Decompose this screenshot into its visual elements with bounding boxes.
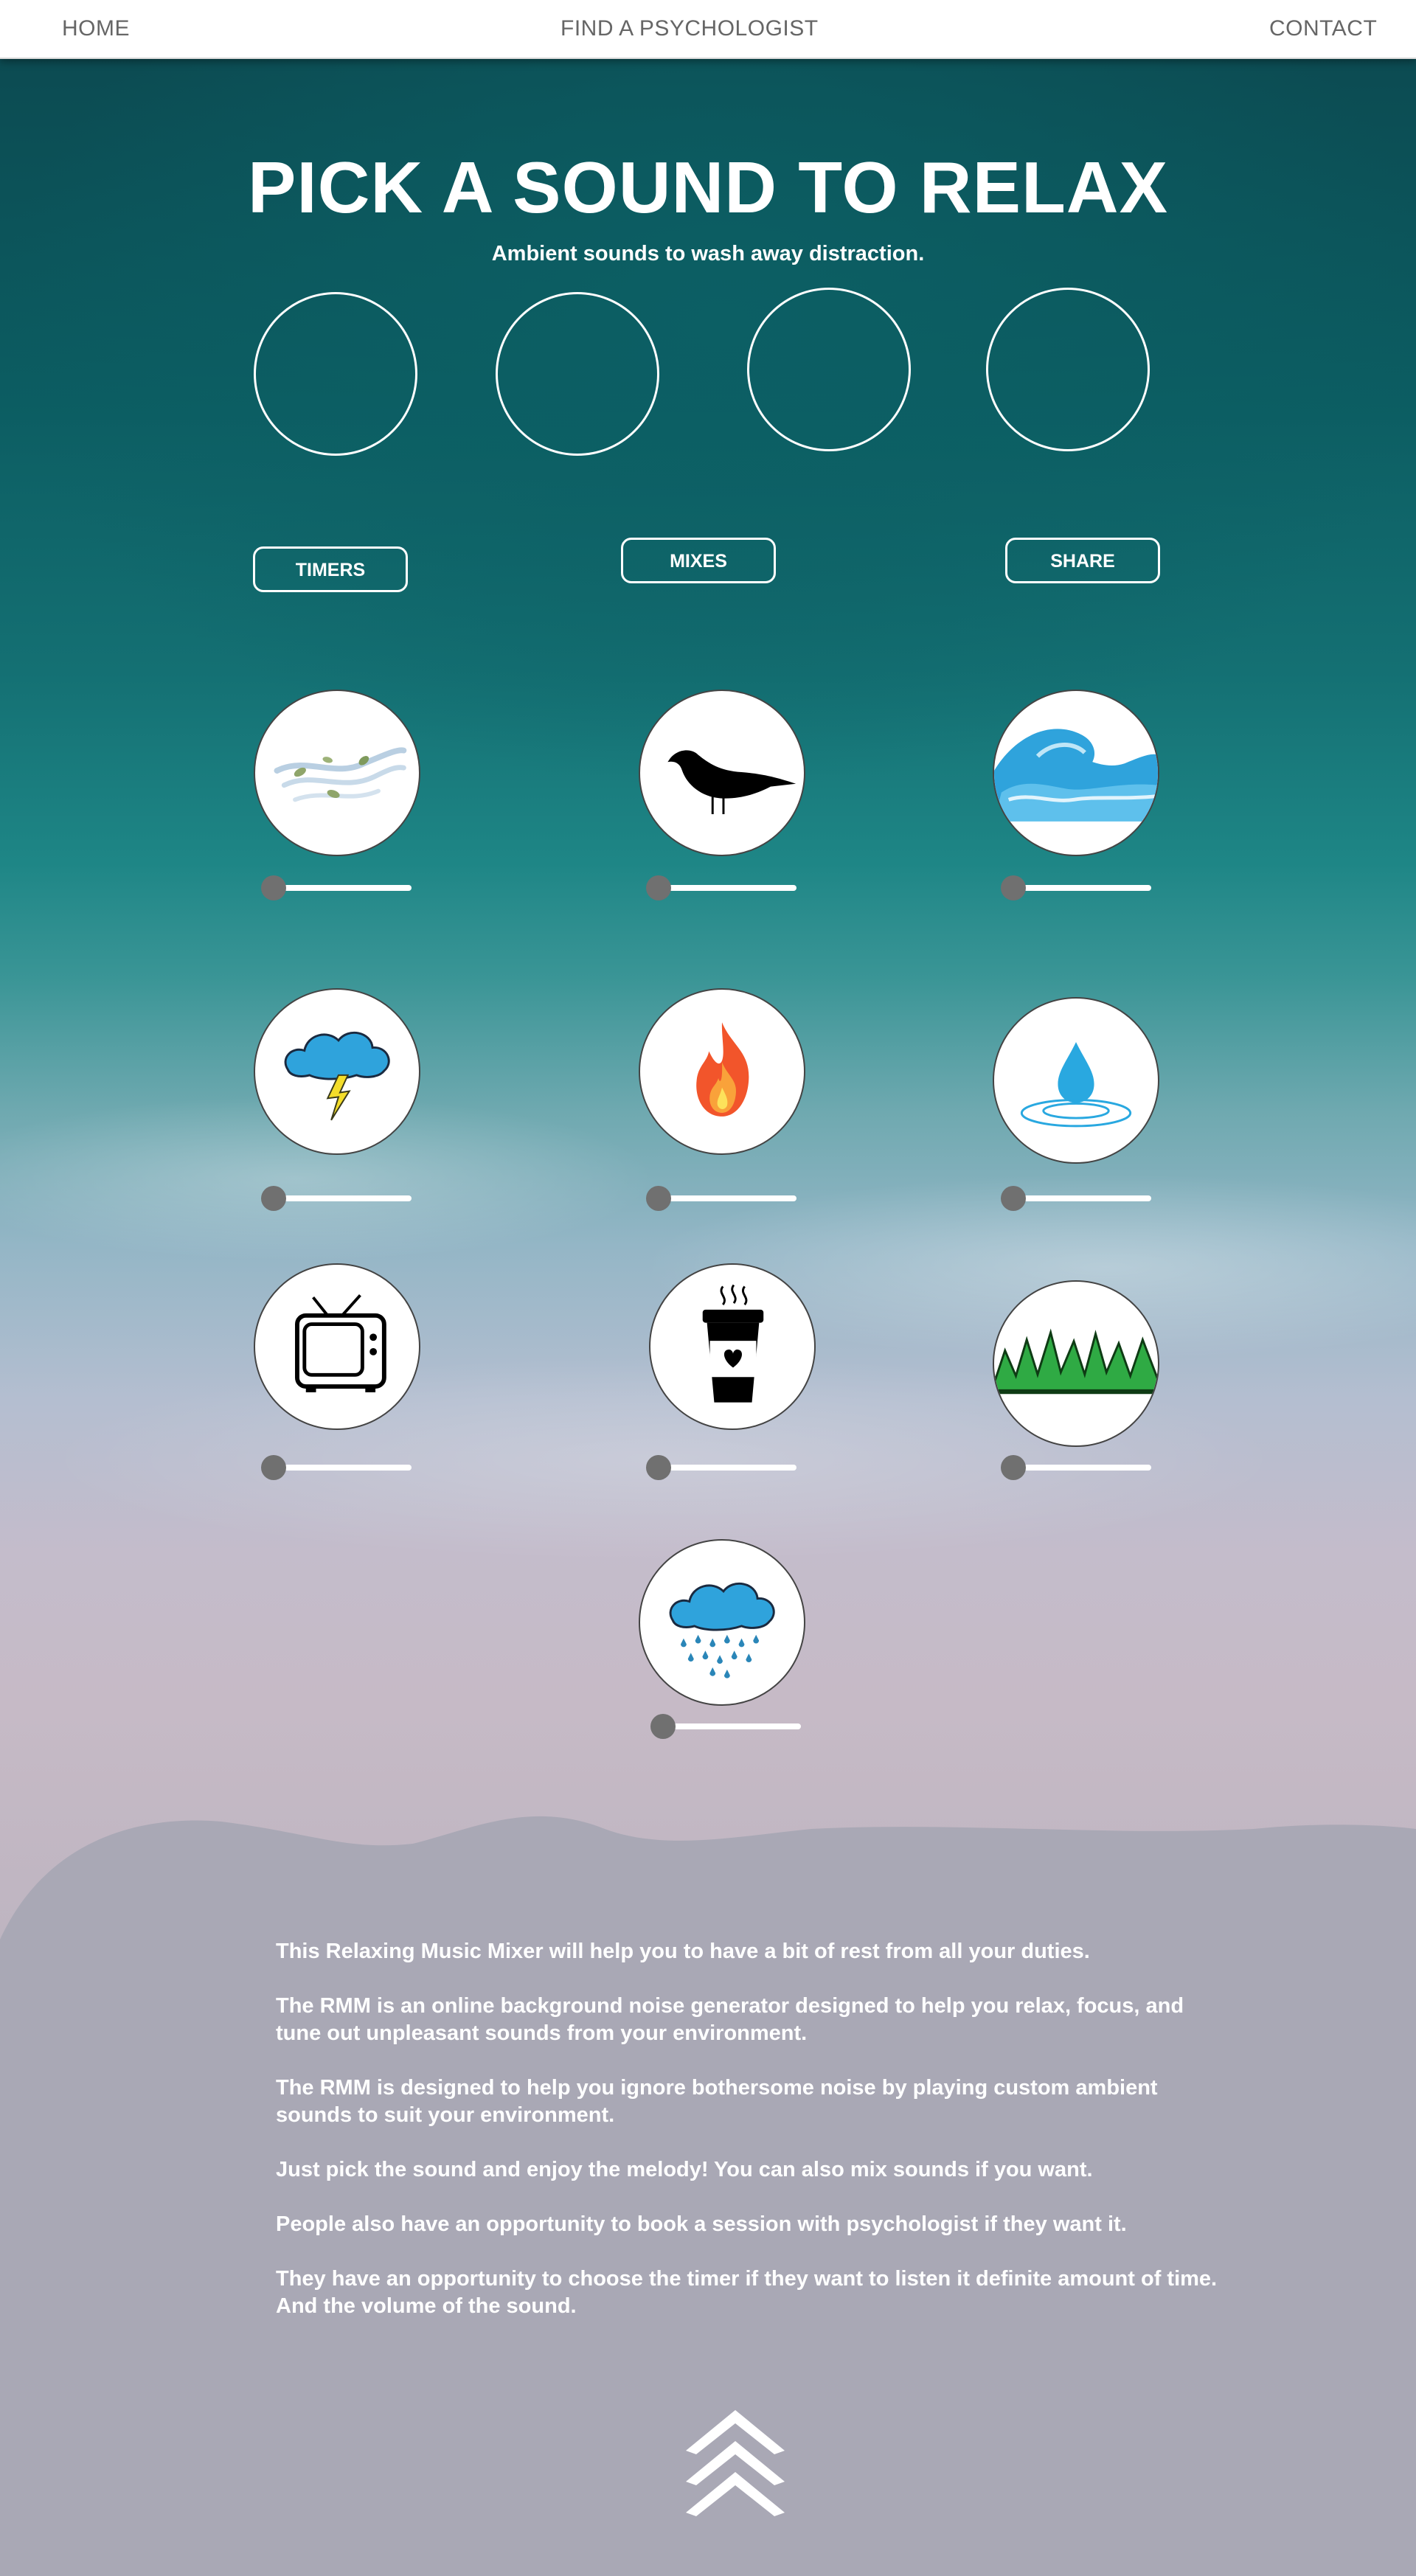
slider-thumb[interactable] (646, 875, 671, 900)
slider-track (652, 885, 796, 891)
mix-slot-4[interactable] (986, 288, 1150, 451)
tv-icon (295, 1294, 386, 1392)
about-paragraph-1: This Relaxing Music Mixer will help you … (276, 1940, 1090, 1963)
about-paragraph-3: The RMM is designed to help you ignore b… (276, 2076, 1158, 2127)
coffee-cup-icon (702, 1284, 764, 1403)
share-button[interactable]: SHARE (1005, 538, 1160, 583)
slider-thumb[interactable] (261, 875, 286, 900)
sound-coffee-button[interactable] (649, 1263, 816, 1430)
slider-track (652, 1195, 796, 1201)
about-paragraph-2: The RMM is an online background noise ge… (276, 1994, 1184, 2045)
sound-wind-button[interactable] (254, 690, 420, 856)
tv-volume-slider[interactable] (261, 1455, 412, 1480)
wind-icon (274, 747, 407, 802)
sound-fire-button[interactable] (639, 988, 805, 1155)
coffee-volume-slider[interactable] (646, 1455, 796, 1480)
sound-rain-button[interactable] (639, 1539, 805, 1706)
rain-icon (669, 1582, 775, 1678)
bird-icon (667, 750, 796, 814)
slider-track (652, 1465, 796, 1471)
slider-thumb[interactable] (1001, 1455, 1026, 1480)
thunderstorm-icon (284, 1031, 390, 1121)
slider-track (267, 1465, 412, 1471)
mixes-button[interactable]: MIXES (621, 538, 776, 583)
nav-contact-link[interactable]: CONTACT (1269, 16, 1377, 41)
timers-button[interactable]: TIMERS (253, 546, 408, 592)
thunderstorm-volume-slider[interactable] (261, 1186, 412, 1211)
slider-track (267, 885, 412, 891)
slider-track (1007, 1465, 1151, 1471)
waves-volume-slider[interactable] (1001, 875, 1151, 900)
slider-track (1007, 885, 1151, 891)
slider-track (656, 1723, 801, 1729)
bird-volume-slider[interactable] (646, 875, 796, 900)
fire-icon (696, 1022, 749, 1117)
sound-thunderstorm-button[interactable] (254, 988, 420, 1155)
slider-thumb[interactable] (261, 1186, 286, 1211)
mix-slot-1[interactable] (254, 292, 417, 456)
wind-volume-slider[interactable] (261, 875, 412, 900)
slider-thumb[interactable] (646, 1186, 671, 1211)
slider-thumb[interactable] (1001, 1186, 1026, 1211)
mix-slot-2[interactable] (496, 292, 659, 456)
grass-icon (994, 1328, 1158, 1395)
rain-volume-slider[interactable] (650, 1714, 801, 1739)
slider-thumb[interactable] (650, 1714, 676, 1739)
about-section: This Relaxing Music Mixer will help you … (276, 1938, 1227, 2347)
sound-tv-button[interactable] (254, 1263, 420, 1430)
slider-thumb[interactable] (261, 1455, 286, 1480)
sound-bird-button[interactable] (639, 690, 805, 856)
about-paragraph-5: People also have an opportunity to book … (276, 2212, 1127, 2236)
mix-slot-3[interactable] (747, 288, 911, 451)
sound-waves-button[interactable] (993, 690, 1159, 856)
slider-thumb[interactable] (1001, 875, 1026, 900)
water-drop-icon (1020, 1041, 1132, 1128)
slider-track (267, 1195, 412, 1201)
page-subtitle: Ambient sounds to wash away distraction. (491, 242, 925, 265)
slider-track (1007, 1195, 1151, 1201)
slider-thumb[interactable] (646, 1455, 671, 1480)
top-navbar: HOME FIND A PSYCHOLOGIST CONTACT (0, 0, 1416, 59)
grass-volume-slider[interactable] (1001, 1455, 1151, 1480)
about-paragraph-4: Just pick the sound and enjoy the melody… (276, 2158, 1093, 2181)
water-drop-volume-slider[interactable] (1001, 1186, 1151, 1211)
scroll-to-top-icon[interactable] (686, 2410, 785, 2521)
sound-water-drop-button[interactable] (993, 997, 1159, 1164)
fire-volume-slider[interactable] (646, 1186, 796, 1211)
waves-icon (994, 729, 1158, 822)
sound-grass-button[interactable] (993, 1280, 1159, 1447)
about-paragraph-6: They have an opportunity to choose the t… (276, 2267, 1218, 2318)
nav-home-link[interactable]: HOME (62, 16, 130, 41)
nav-find-psychologist-link[interactable]: FIND A PSYCHOLOGIST (560, 16, 819, 41)
page-title: PICK A SOUND TO RELAX (248, 147, 1168, 228)
